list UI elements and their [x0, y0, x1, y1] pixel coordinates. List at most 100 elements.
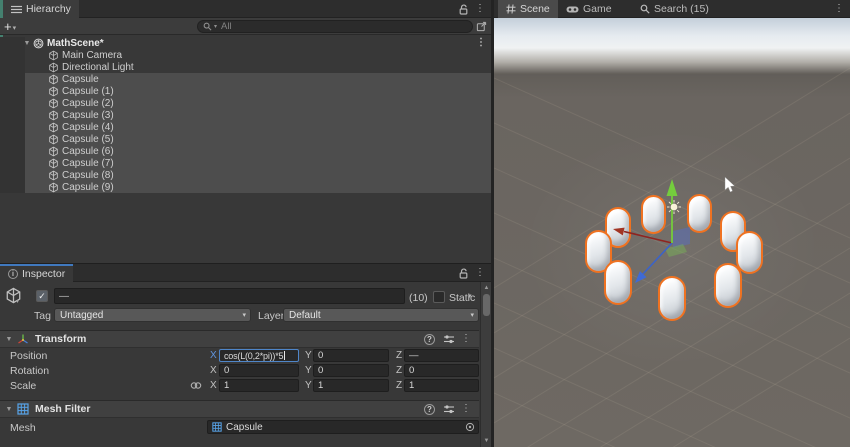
axis-z-label[interactable]: Z [396, 380, 402, 391]
axis-z-label[interactable]: Z [396, 350, 402, 361]
hierarchy-row[interactable]: Directional Light [0, 61, 491, 73]
mesh-filter-kebab-icon[interactable]: ⋮ [461, 402, 471, 416]
name-value: — [59, 291, 69, 302]
gizmo-axis-x[interactable] [613, 228, 672, 243]
lock-icon[interactable] [457, 2, 471, 16]
foldout-open-icon[interactable]: ▼ [4, 406, 14, 413]
hierarchy-row[interactable]: Main Camera [0, 49, 491, 61]
help-icon[interactable]: ? [424, 404, 435, 415]
axis-y-label[interactable]: Y [305, 350, 312, 361]
presets-icon[interactable] [443, 403, 455, 415]
hierarchy-item-label: Capsule (3) [62, 110, 114, 121]
hierarchy-row-selected[interactable]: Capsule (7) [0, 157, 491, 169]
scene-row-kebab-icon[interactable]: ⋮ [476, 36, 486, 50]
inspector-scrollbar[interactable]: ▲ ▼ [480, 282, 491, 447]
tab-inspector[interactable]: i Inspector [0, 264, 73, 282]
axis-y-label[interactable]: Y [305, 365, 312, 376]
hierarchy-item-label: Main Camera [62, 50, 122, 61]
axis-x-label[interactable]: X [210, 350, 217, 361]
gameobject-cube-icon [47, 49, 59, 61]
hierarchy-row-selected[interactable]: Capsule (6) [0, 145, 491, 157]
selection-count-badge: (10) [409, 292, 428, 304]
hierarchy-row-selected[interactable]: Capsule (8) [0, 169, 491, 181]
gamepad-icon [566, 5, 579, 14]
mesh-filter-icon [17, 403, 29, 415]
gameobject-cube-icon [47, 157, 59, 169]
scale-row: Scale X 1 Y 1 Z 1 [0, 379, 491, 392]
info-icon: i [8, 269, 18, 279]
axis-x-label[interactable]: X [210, 380, 217, 391]
search-tab-label: Search (15) [654, 3, 709, 15]
scene-viewport[interactable] [494, 18, 850, 447]
scale-z-field[interactable]: 1 [404, 379, 479, 392]
inspector-panel: i Inspector ⋮ ▾ ✓ — (10) Static ▾ Tag [0, 264, 491, 447]
axis-y-label[interactable]: Y [305, 380, 312, 391]
gameobject-icon[interactable]: ▾ [5, 287, 22, 304]
presets-icon[interactable] [443, 333, 455, 345]
active-checkbox[interactable]: ✓ [36, 290, 48, 302]
hierarchy-panel: Hierarchy ⋮ + ▾ ▾ All [0, 0, 491, 264]
scale-z-value: 1 [409, 380, 414, 391]
transform-header[interactable]: ▼ Transform ? ⋮ [0, 330, 479, 348]
create-object-button[interactable]: + ▾ [4, 19, 16, 34]
rotation-x-value: 0 [224, 365, 229, 376]
mesh-filter-header[interactable]: ▼ Mesh Filter ? ⋮ [0, 400, 479, 418]
game-tab-label: Game [583, 3, 612, 15]
position-y-field[interactable]: 0 [313, 349, 389, 362]
static-checkbox[interactable] [433, 291, 445, 303]
foldout-open-icon[interactable]: ▼ [4, 336, 14, 343]
axis-x-label[interactable]: X [210, 365, 217, 376]
gizmo-axis-z[interactable] [635, 243, 672, 283]
layer-dropdown[interactable]: Default ▾ [283, 308, 479, 322]
static-flags-caret-icon[interactable]: ▾ [468, 292, 472, 300]
mesh-object-field[interactable]: Capsule [207, 420, 479, 434]
gameobject-name-field[interactable]: — [54, 288, 405, 304]
scene-name: MathScene* [47, 38, 104, 49]
object-picker-icon[interactable] [465, 422, 475, 432]
tab-search[interactable]: Search (15) [632, 0, 717, 18]
rotation-z-field[interactable]: 0 [404, 364, 479, 377]
hierarchy-toolbar: + ▾ ▾ All [0, 18, 491, 35]
scene-grid-icon [506, 4, 516, 14]
position-z-field[interactable]: — [404, 349, 479, 362]
hierarchy-row-selected[interactable]: Capsule (5) [0, 133, 491, 145]
hierarchy-row-selected[interactable]: Capsule (1) [0, 85, 491, 97]
chevron-down-icon: ▾ [470, 311, 474, 319]
transform-kebab-icon[interactable]: ⋮ [461, 332, 471, 346]
text-cursor [284, 351, 285, 360]
hierarchy-row-selected[interactable]: Capsule (9) [0, 181, 491, 193]
tag-dropdown[interactable]: Untagged ▾ [54, 308, 251, 322]
tab-game[interactable]: Game [558, 0, 620, 18]
hierarchy-item-label: Capsule (9) [62, 182, 114, 193]
rotation-y-field[interactable]: 0 [313, 364, 389, 377]
tab-scene[interactable]: Scene [498, 0, 558, 18]
link-scale-icon[interactable] [190, 380, 202, 391]
gameobject-cube-icon [47, 61, 59, 73]
inspector-menu-kebab-icon[interactable]: ⋮ [473, 266, 487, 280]
axis-z-label[interactable]: Z [396, 365, 402, 376]
lock-icon[interactable] [457, 266, 471, 280]
hierarchy-row-selected[interactable]: Capsule (4) [0, 121, 491, 133]
hierarchy-row-scene[interactable]: ▼ MathScene* ⋮ [0, 37, 491, 49]
position-x-value: cos(L(0,2*pi))*5 [224, 351, 283, 361]
hierarchy-row-selected[interactable]: Capsule [0, 73, 491, 85]
help-icon[interactable]: ? [424, 334, 435, 345]
light-gizmo-icon[interactable] [667, 200, 681, 214]
hierarchy-menu-kebab-icon[interactable]: ⋮ [473, 2, 487, 16]
scrollbar-thumb[interactable] [483, 294, 490, 316]
tab-hierarchy[interactable]: Hierarchy [3, 0, 79, 18]
scale-x-field[interactable]: 1 [219, 379, 299, 392]
hierarchy-search-input[interactable]: ▾ All [197, 20, 473, 33]
tag-value: Untagged [60, 310, 103, 321]
hierarchy-row-selected[interactable]: Capsule (2) [0, 97, 491, 109]
scene-view-panel: Scene Game Search (15) ⋮ [494, 0, 850, 447]
scene-picker-icon[interactable] [474, 20, 488, 33]
scale-y-field[interactable]: 1 [313, 379, 389, 392]
move-gizmo [494, 18, 850, 447]
position-x-field[interactable]: cos(L(0,2*pi))*5 [219, 349, 299, 362]
rotation-x-field[interactable]: 0 [219, 364, 299, 377]
chevron-down-icon: ▾ [242, 311, 246, 319]
scene-menu-kebab-icon[interactable]: ⋮ [832, 2, 846, 16]
hierarchy-row-selected[interactable]: Capsule (3) [0, 109, 491, 121]
foldout-open-icon[interactable]: ▼ [22, 40, 32, 47]
